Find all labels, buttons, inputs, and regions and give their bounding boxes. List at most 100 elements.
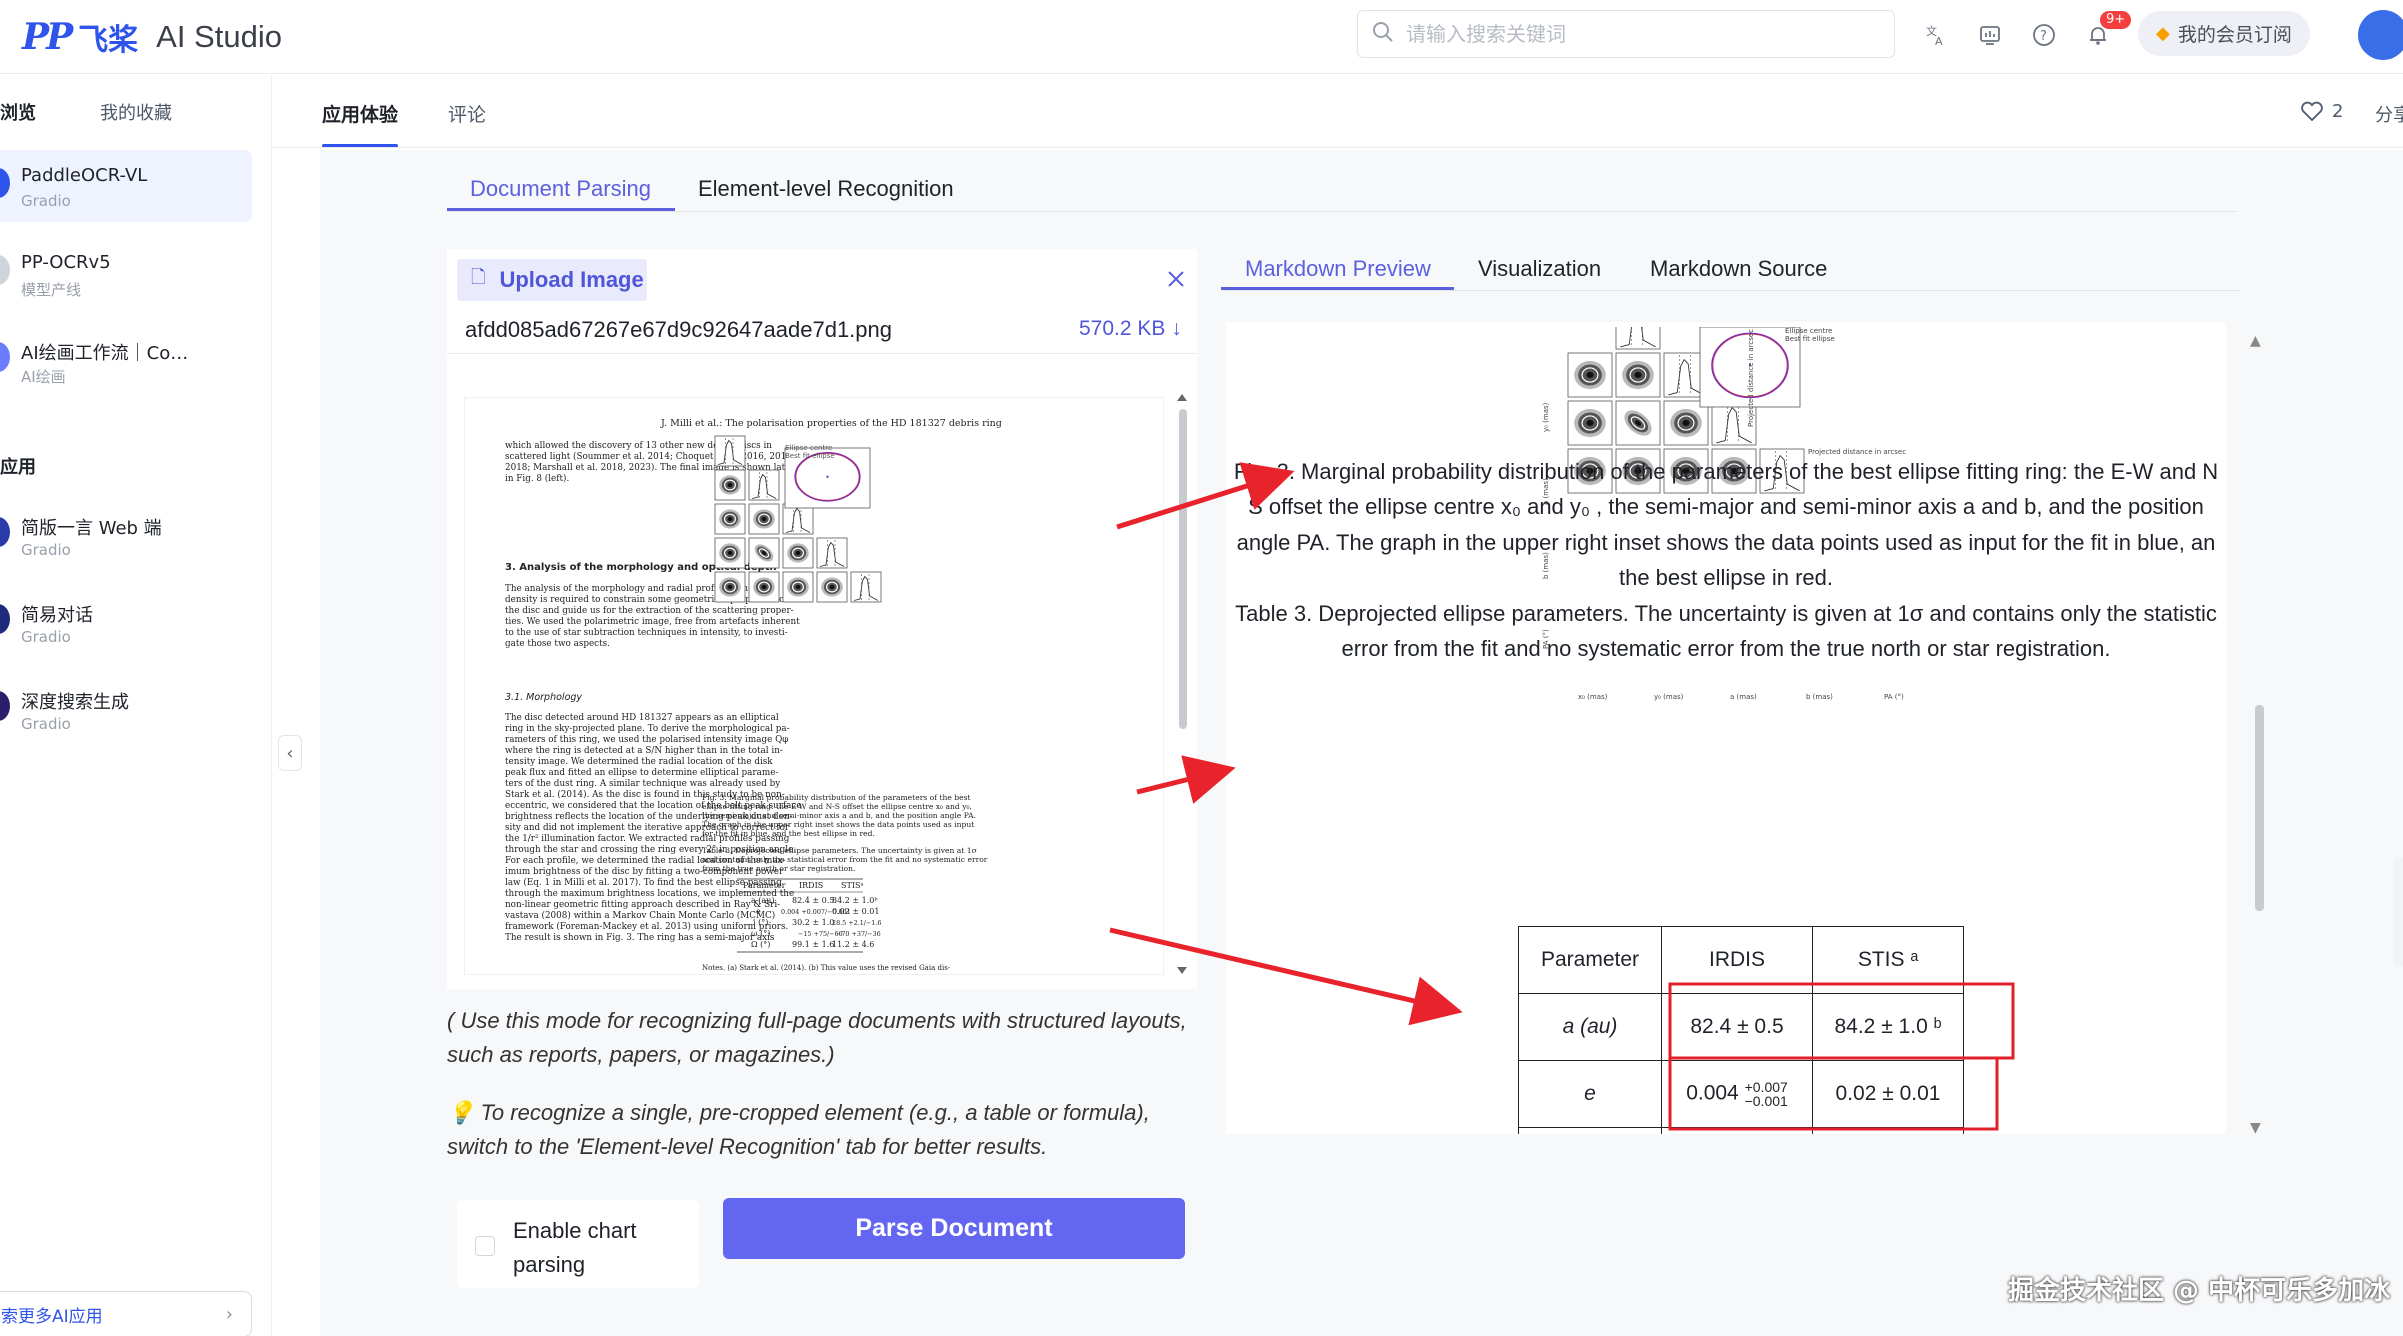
caption-line: Table 3. Deprojected ellipse parameters.… <box>1235 601 2217 626</box>
upper-bound: +0.007 <box>1744 1079 1788 1095</box>
chart-parsing-label-line: parsing <box>513 1252 586 1277</box>
table-cell: 0.02 ± 0.01 <box>1812 1060 1964 1128</box>
avatar[interactable] <box>2358 10 2403 60</box>
search-input[interactable] <box>1406 22 1866 46</box>
svg-text:30.2 ± 1.0: 30.2 ± 1.0 <box>792 918 834 927</box>
hint-line: such as reports, papers, or magazines.) <box>447 1042 835 1067</box>
contour-blob <box>719 509 741 529</box>
sidebar-collapse-toggle[interactable]: ‹ <box>278 735 302 771</box>
logo[interactable]: PP 飞桨 AI Studio <box>22 12 282 62</box>
top-bar: PP 飞桨 AI Studio 文A ? 9+ ◆ 我的会员订阅 <box>0 0 2403 74</box>
corner-panel <box>816 537 848 569</box>
svg-text:from the true north or star re: from the true north or star registration… <box>702 864 855 873</box>
sidebar-item-title: 简易对话 <box>21 605 93 626</box>
chevron-left-icon: ‹ <box>286 742 294 764</box>
result-scroll-thumb[interactable] <box>2255 705 2264 911</box>
upload-image-button[interactable]: 🗋 Upload Image <box>457 259 647 301</box>
contour-blob <box>1574 408 1606 438</box>
doc-corner-plot <box>714 435 882 603</box>
table-header-cell: IRDIS <box>1661 926 1813 994</box>
svg-text:the semi-major and semi-minor: the semi-major and semi-minor axis a and… <box>702 811 976 820</box>
sidebar-tab-browse[interactable]: 浏览 <box>0 99 36 125</box>
like-button[interactable]: 2 <box>2300 100 2343 122</box>
svg-text:e: e <box>756 907 761 916</box>
tab-element-recognition[interactable]: Element-level Recognition <box>698 176 954 202</box>
share-button[interactable]: 分享 <box>2375 101 2403 127</box>
watermark: 掘金技术社区 @ 中杯可乐多加冰 <box>2008 1276 2391 1306</box>
side-handle[interactable] <box>2393 857 2403 967</box>
close-icon[interactable] <box>1158 261 1194 297</box>
svg-text:i (°): i (°) <box>753 918 768 927</box>
parse-document-button[interactable]: Parse Document <box>723 1198 1185 1259</box>
hint-line: 💡 To recognize a single, pre-cropped ele… <box>447 1100 1150 1125</box>
doc-header: J. Milli et al.: The polarisation proper… <box>660 418 1002 429</box>
svg-text:?: ? <box>2040 29 2047 44</box>
tab-markdown-preview[interactable]: Markdown Preview <box>1245 256 1431 282</box>
sidebar-item-paddleocr-vl[interactable]: PaddleOCR-VL Gradio <box>0 150 252 222</box>
search-box[interactable] <box>1357 10 1895 58</box>
tab-comments[interactable]: 评论 <box>448 100 486 127</box>
svg-text:Parameter: Parameter <box>743 881 786 890</box>
contour-blob <box>787 543 809 563</box>
result-table: Parameter IRDIS STIS ᵃ a (au) 82.4 ± 0.5… <box>1518 926 1964 1134</box>
svg-text:and contains only the statisti: and contains only the statistical error … <box>702 855 988 864</box>
contour-blob <box>787 577 809 597</box>
caption-line: angle PA. The graph in the upper right i… <box>1236 530 2216 555</box>
sidebar-item-subtitle: 模型产线 <box>21 281 82 299</box>
sidebar-item-deep-search[interactable]: 深度搜索生成 Gradio <box>0 673 252 745</box>
svg-text:a (au): a (au) <box>751 896 774 905</box>
corner-panel <box>714 435 746 467</box>
enable-chart-parsing-checkbox[interactable] <box>475 1236 495 1256</box>
tab-markdown-source[interactable]: Markdown Source <box>1650 256 1827 282</box>
logo-cn: 飞桨 <box>78 23 139 58</box>
tab-document-parsing[interactable]: Document Parsing <box>470 176 651 202</box>
svg-text:ring in the sky-projected plan: ring in the sky-projected plane. To deri… <box>505 724 790 734</box>
svg-text:Notes. (a) Stark et al. (2014): Notes. (a) Stark et al. (2014). (b) This… <box>702 964 951 972</box>
sidebar-item-ai-painting[interactable]: AI绘画工作流｜Co… AI绘画 <box>0 324 252 396</box>
hint-line: switch to the 'Element-level Recognition… <box>447 1134 1048 1159</box>
sidebar-item-subtitle: AI绘画 <box>21 368 66 386</box>
sidebar-item-yiyan-web[interactable]: 简版一言 Web 端 Gradio <box>0 499 252 571</box>
preview-scroll-thumb[interactable] <box>1179 409 1187 729</box>
translate-icon[interactable]: 文A <box>1920 19 1952 51</box>
sidebar-item-simple-chat[interactable]: 简易对话 Gradio <box>0 586 252 658</box>
sidebar: 浏览 我的收藏 PaddleOCR-VL Gradio PP-OCRv5 模型产… <box>0 75 272 1336</box>
svg-text:0.02 ± 0.01: 0.02 ± 0.01 <box>832 907 879 916</box>
member-subscription-button[interactable]: ◆ 我的会员订阅 <box>2138 11 2310 56</box>
svg-text:tensity image. We determined t: tensity image. We determined the radial … <box>505 757 773 767</box>
table-cell: 82.4 ± 0.5 <box>1661 993 1813 1061</box>
svg-text:The result is shown in Fig. 3.: The result is shown in Fig. 3. The ring … <box>505 933 775 943</box>
file-name: afdd085ad67267e67d9c92647aade7d1.png <box>465 317 892 342</box>
chart-parsing-label[interactable]: Enable chart parsing <box>513 1214 637 1282</box>
result-scroll-up[interactable]: ▲ <box>2250 333 2261 349</box>
inset-y-label: Projected distance in arcsec <box>1747 329 1755 427</box>
chart-parsing-option: Enable chart parsing <box>457 1200 699 1288</box>
doc-table-caption: Table 3. Deprojected ellipse parameters.… <box>702 846 988 873</box>
table-header-cell: Parameter <box>1518 926 1662 994</box>
corner-panel <box>748 469 780 501</box>
table-header-cell: STIS ᵃ <box>1812 926 1964 994</box>
superscript-range: +0.007 −0.001 <box>1745 1080 1788 1108</box>
file-size-download[interactable]: 570.2 KB ↓ <box>1079 317 1182 341</box>
result-scroll-down[interactable]: ▼ <box>2250 1120 2261 1136</box>
svg-text:82.4 ± 0.5: 82.4 ± 0.5 <box>792 896 834 905</box>
dashboard-icon[interactable] <box>1974 19 2006 51</box>
help-icon[interactable]: ? <box>2028 19 2060 51</box>
doc-subsection-title: 3.1. Morphology <box>505 692 582 703</box>
svg-text:in Fig. 8 (left).: in Fig. 8 (left). <box>505 473 569 484</box>
svg-text:Ω (°): Ω (°) <box>751 940 770 949</box>
svg-text:scattered light (Soummer et al: scattered light (Soummer et al. 2014; Ch… <box>505 451 795 462</box>
svg-text:density is required to constra: density is required to constrain some ge… <box>505 595 788 605</box>
tab-visualization[interactable]: Visualization <box>1478 256 1601 282</box>
tab-app-experience[interactable]: 应用体验 <box>322 100 398 127</box>
sidebar-tab-favorites[interactable]: 我的收藏 <box>100 99 172 125</box>
contour-blob <box>821 577 843 597</box>
svg-text:IRDIS: IRDIS <box>799 881 823 890</box>
lower-bound: −0.001 <box>1744 1093 1788 1109</box>
explore-more-apps-button[interactable]: 索更多AI应用 › <box>0 1291 252 1336</box>
sidebar-item-pp-ocrv5[interactable]: PP-OCRv5 模型产线 <box>0 237 252 309</box>
caption-line: the best ellipse in red. <box>1618 565 1834 590</box>
svg-text:99.1 ± 1.6: 99.1 ± 1.6 <box>792 940 834 949</box>
bell-icon[interactable]: 9+ <box>2082 11 2132 51</box>
axis-label: y₀ (mas) <box>1654 693 1684 701</box>
